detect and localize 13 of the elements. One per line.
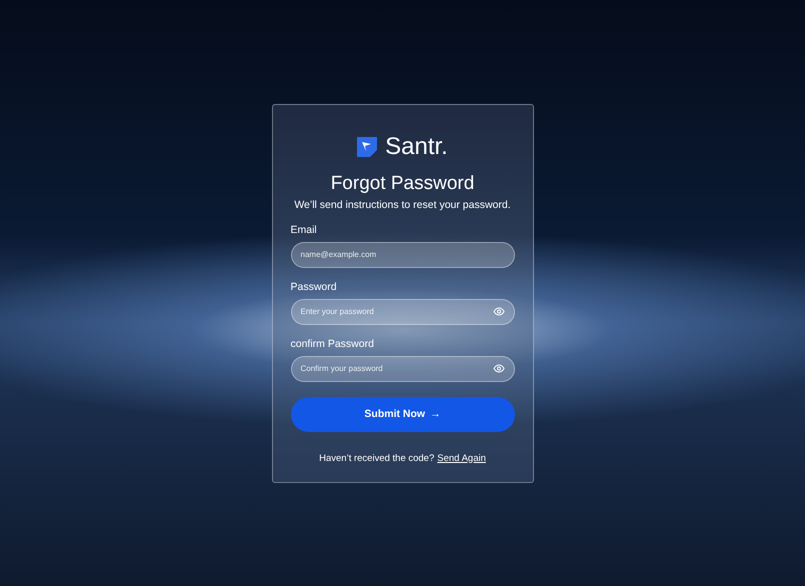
brand-name: Santr.	[385, 132, 448, 160]
field-label: confirm Password	[290, 338, 375, 350]
eye-icon[interactable]	[492, 307, 504, 316]
logo-icon	[357, 136, 378, 156]
page-heading: Forgot Password	[330, 172, 476, 194]
field-label: Email	[290, 224, 318, 236]
arrow-icon: →	[430, 408, 441, 420]
submit-button[interactable]: Submit Now →	[290, 396, 514, 432]
subtitle: We’ll send instructions to reset your password.	[293, 198, 512, 210]
send-again-link[interactable]: Send Again	[437, 452, 486, 464]
footer-text: Haven’t received the code?	[319, 452, 434, 464]
eye-icon[interactable]	[492, 364, 504, 373]
field-label: Password	[290, 280, 338, 292]
